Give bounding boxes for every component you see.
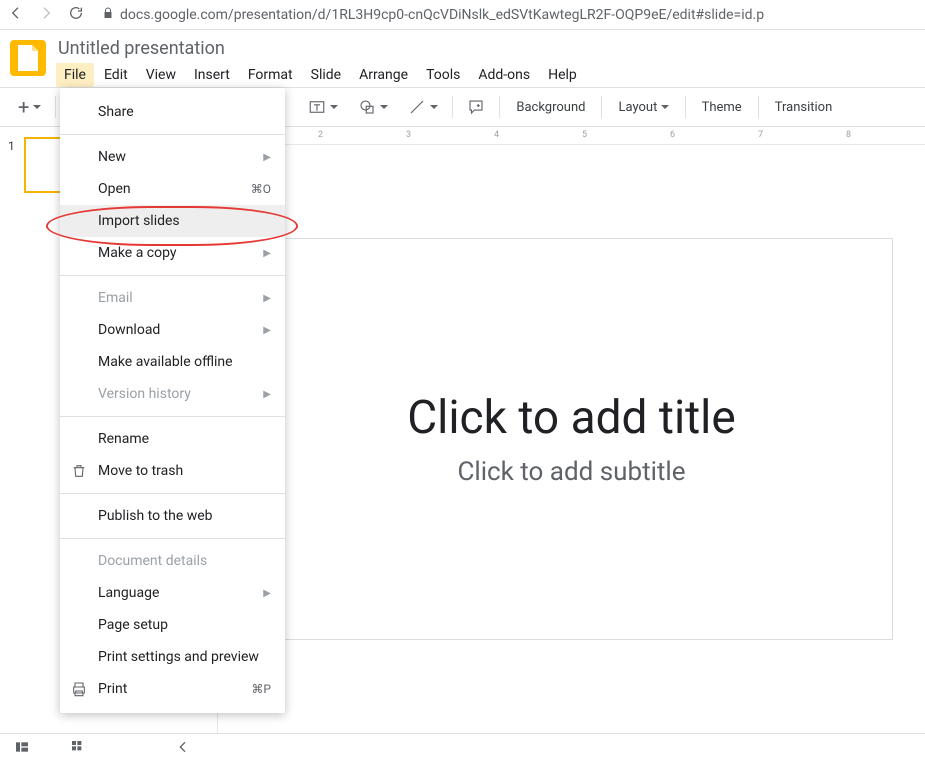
menu-bar: File Edit View Insert Format Slide Arran… [56,63,585,87]
document-title[interactable]: Untitled presentation [56,36,585,61]
menu-slide[interactable]: Slide [303,63,349,87]
new-slide-button[interactable]: + [12,96,47,118]
file-import-slides[interactable]: Import slides [60,205,285,237]
menu-addons[interactable]: Add-ons [470,63,538,87]
menu-tools[interactable]: Tools [418,63,468,87]
slide-subtitle-placeholder[interactable]: Click to add subtitle [457,457,685,487]
chevron-right-icon: ▶ [263,588,271,599]
grid-view-icon[interactable] [70,739,86,759]
horizontal-ruler: 12345678 [200,127,925,145]
layout-button[interactable]: Layout [610,96,676,119]
chevron-right-icon: ▶ [263,152,271,163]
file-download[interactable]: Download▶ [60,314,285,346]
menu-insert[interactable]: Insert [186,63,238,87]
background-button[interactable]: Background [508,96,593,119]
slide-title-placeholder[interactable]: Click to add title [407,391,736,445]
browser-back-icon[interactable] [8,5,24,25]
file-publish[interactable]: Publish to the web [60,500,285,532]
slides-logo-icon[interactable] [10,40,46,76]
toolbar-separator [55,96,56,118]
menu-view[interactable]: View [138,63,184,87]
file-move-trash[interactable]: Move to trash [60,455,285,487]
file-print-settings[interactable]: Print settings and preview [60,641,285,673]
app-header: Untitled presentation File Edit View Ins… [0,30,925,87]
file-share[interactable]: Share [60,96,285,128]
file-new[interactable]: New▶ [60,141,285,173]
browser-forward-icon [38,5,54,25]
chevron-right-icon: ▶ [263,293,271,304]
filmstrip-view-icon[interactable] [14,739,30,759]
line-icon[interactable] [402,94,444,120]
transition-button[interactable]: Transition [767,96,841,119]
textbox-icon[interactable] [302,94,344,120]
file-document-details: Document details [60,545,285,577]
toolbar-separator [601,96,602,118]
chevron-right-icon: ▶ [263,325,271,336]
file-make-copy[interactable]: Make a copy▶ [60,237,285,269]
file-menu-dropdown: Share New▶ Open⌘O Import slides Make a c… [60,88,285,713]
menu-arrange[interactable]: Arrange [351,63,416,87]
file-print[interactable]: Print⌘P [60,673,285,705]
file-language[interactable]: Language▶ [60,577,285,609]
toolbar-separator [452,96,453,118]
menu-edit[interactable]: Edit [96,63,136,87]
file-rename[interactable]: Rename [60,423,285,455]
trash-icon [70,462,88,480]
browser-reload-icon[interactable] [68,5,84,25]
file-page-setup[interactable]: Page setup [60,609,285,641]
toolbar: + Background Layout Theme Transition Sha… [0,87,925,127]
bottom-bar [0,733,925,763]
file-make-offline[interactable]: Make available offline [60,346,285,378]
slide[interactable]: Click to add title Click to add subtitle [252,239,892,639]
file-open[interactable]: Open⌘O [60,173,285,205]
menu-help[interactable]: Help [540,63,585,87]
toolbar-separator [499,96,500,118]
browser-chrome-bar: docs.google.com/presentation/d/1RL3H9cp0… [0,0,925,30]
thumbnail-index: 1 [8,137,18,193]
toolbar-separator [758,96,759,118]
collapse-panel-icon[interactable] [175,739,191,759]
file-email: Email▶ [60,282,285,314]
chevron-right-icon: ▶ [263,248,271,259]
print-icon [70,680,88,698]
file-version-history: Version history▶ [60,378,285,410]
shape-icon[interactable] [352,94,394,120]
lock-icon [102,7,114,23]
toolbar-separator [685,96,686,118]
browser-url-bar[interactable]: docs.google.com/presentation/d/1RL3H9cp0… [96,7,917,23]
theme-button[interactable]: Theme [694,96,750,119]
slide-canvas[interactable]: Click to add title Click to add subtitle [218,145,925,733]
comment-icon[interactable] [461,94,491,120]
chevron-right-icon: ▶ [263,389,271,400]
browser-url-text: docs.google.com/presentation/d/1RL3H9cp0… [120,7,764,23]
menu-file[interactable]: File [56,63,94,87]
menu-format[interactable]: Format [240,63,301,87]
